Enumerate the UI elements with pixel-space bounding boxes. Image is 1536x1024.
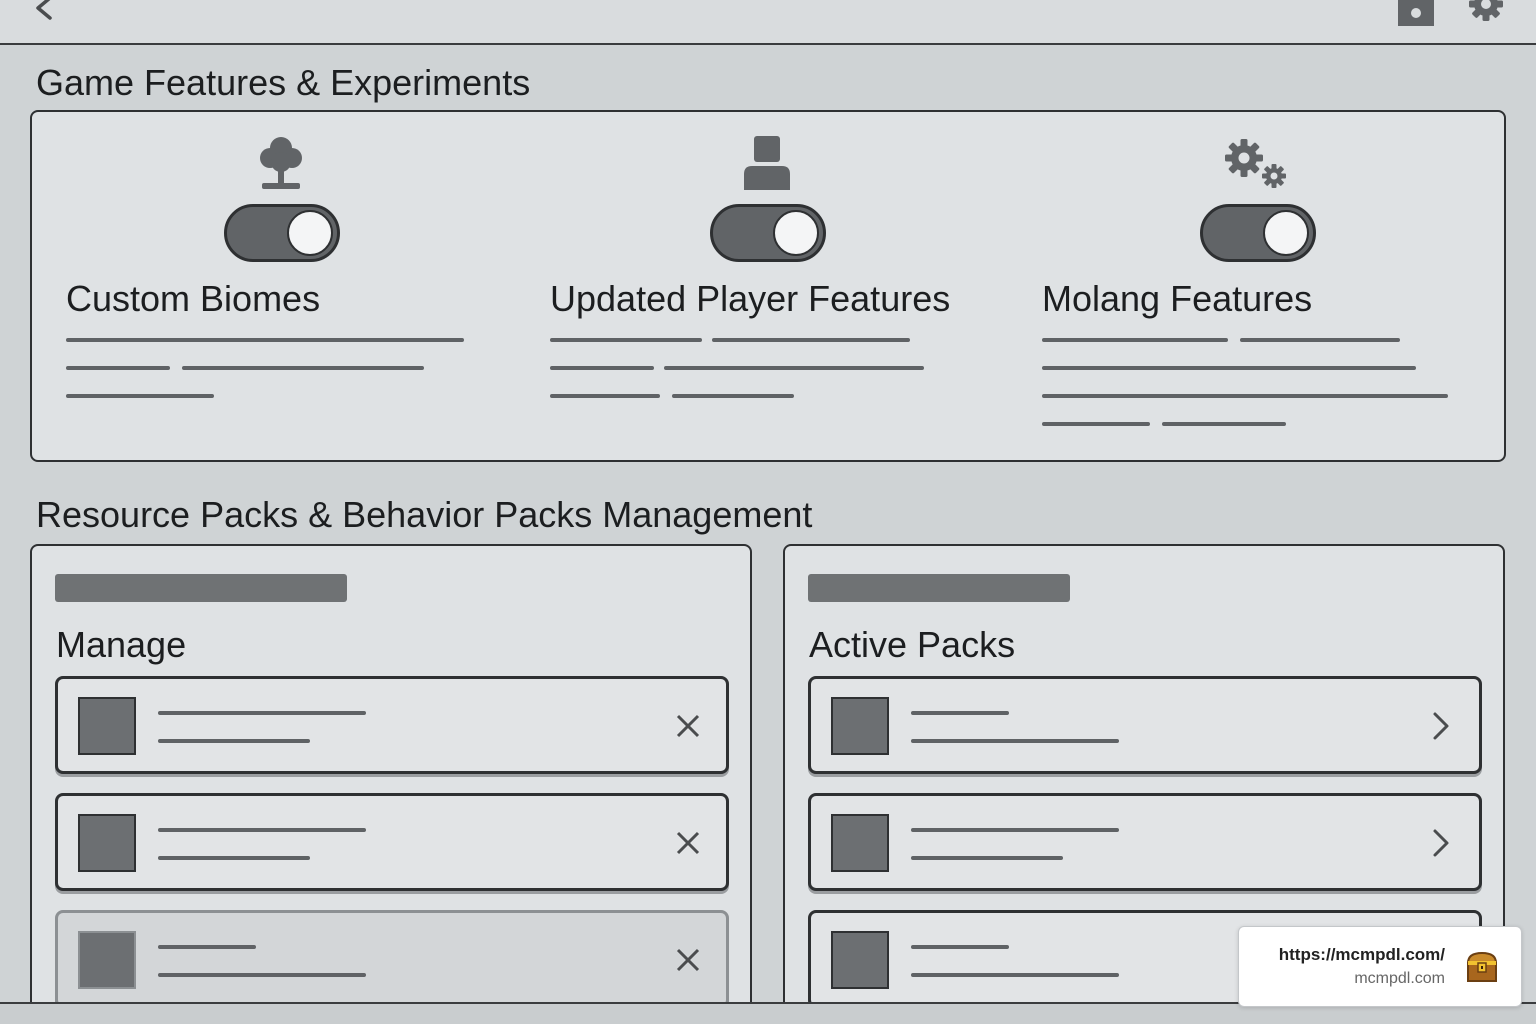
toggle-knob xyxy=(1263,210,1309,256)
features-section-title: Game Features & Experiments xyxy=(36,62,531,103)
custom-biomes-toggle[interactable] xyxy=(224,204,340,262)
description-line xyxy=(664,366,924,370)
pack-name-line xyxy=(911,711,1009,715)
chevron-left-icon[interactable] xyxy=(30,0,60,28)
pack-thumbnail xyxy=(78,931,136,989)
player-icon xyxy=(744,136,790,190)
panel-header-bar xyxy=(55,574,347,602)
feature-updated-player-features: Updated Player Features xyxy=(550,112,1000,452)
pack-thumbnail xyxy=(831,697,889,755)
description-line xyxy=(1042,422,1150,426)
features-panel: Custom Biomes Updated Player Features Mo… xyxy=(30,110,1506,462)
pack-thumbnail xyxy=(78,814,136,872)
chevron-right-icon[interactable] xyxy=(1423,708,1459,744)
manage-pack-row[interactable] xyxy=(55,793,729,891)
description-line xyxy=(672,394,794,398)
description-line xyxy=(1042,366,1416,370)
pack-name-line xyxy=(158,711,366,715)
molang-features-toggle[interactable] xyxy=(1200,204,1316,262)
tree-icon xyxy=(260,137,302,189)
chevron-right-icon[interactable] xyxy=(1423,825,1459,861)
panel-header-bar xyxy=(808,574,1070,602)
description-line xyxy=(1162,422,1286,426)
close-icon[interactable] xyxy=(670,825,706,861)
toggle-knob xyxy=(287,210,333,256)
description-line xyxy=(1240,338,1400,342)
toggle-knob xyxy=(773,210,819,256)
pack-name-line xyxy=(911,828,1119,832)
manage-pack-row[interactable] xyxy=(55,910,729,1008)
manage-panel-title: Manage xyxy=(56,624,187,665)
gear-icon[interactable] xyxy=(1464,0,1508,30)
pack-name-line xyxy=(911,945,1009,949)
description-line xyxy=(1042,394,1448,398)
feature-label: Updated Player Features xyxy=(550,278,951,319)
pack-desc-line xyxy=(158,973,366,977)
pack-name-line xyxy=(158,945,256,949)
pack-desc-line xyxy=(158,856,310,860)
gears-icon xyxy=(1225,139,1286,188)
close-icon[interactable] xyxy=(670,708,706,744)
manage-packs-panel: Manage xyxy=(30,544,752,1024)
treasure-chest-icon xyxy=(1466,951,1498,982)
feature-molang-features: Molang Features xyxy=(1042,112,1482,452)
watermark-url: https://mcmpdl.com/ xyxy=(1278,945,1445,964)
source-watermark: https://mcmpdl.com/ mcmpdl.com xyxy=(1238,926,1522,1007)
manage-pack-row[interactable] xyxy=(55,676,729,774)
save-icon[interactable] xyxy=(1396,0,1436,28)
description-line xyxy=(66,394,214,398)
description-line xyxy=(66,338,464,342)
feature-label: Custom Biomes xyxy=(66,278,321,319)
packs-section-title: Resource Packs & Behavior Packs Manageme… xyxy=(36,494,813,535)
description-line xyxy=(550,366,654,370)
feature-label: Molang Features xyxy=(1042,278,1313,319)
pack-thumbnail xyxy=(78,697,136,755)
pack-desc-line xyxy=(911,739,1119,743)
active-packs-panel-title: Active Packs xyxy=(809,624,1016,665)
top-bar xyxy=(0,0,1536,45)
pack-thumbnail xyxy=(831,931,889,989)
description-line xyxy=(66,366,170,370)
active-pack-row[interactable] xyxy=(808,793,1482,891)
pack-thumbnail xyxy=(831,814,889,872)
close-icon[interactable] xyxy=(670,942,706,978)
active-pack-row[interactable] xyxy=(808,676,1482,774)
description-line xyxy=(550,394,660,398)
pack-desc-line xyxy=(911,856,1063,860)
watermark-domain: mcmpdl.com xyxy=(1354,970,1445,987)
pack-desc-line xyxy=(911,973,1119,977)
pack-name-line xyxy=(158,828,366,832)
feature-custom-biomes: Custom Biomes xyxy=(66,112,506,452)
description-line xyxy=(550,338,702,342)
description-line xyxy=(1042,338,1228,342)
description-line xyxy=(712,338,910,342)
pack-desc-line xyxy=(158,739,310,743)
description-line xyxy=(182,366,424,370)
updated-player-features-toggle[interactable] xyxy=(710,204,826,262)
